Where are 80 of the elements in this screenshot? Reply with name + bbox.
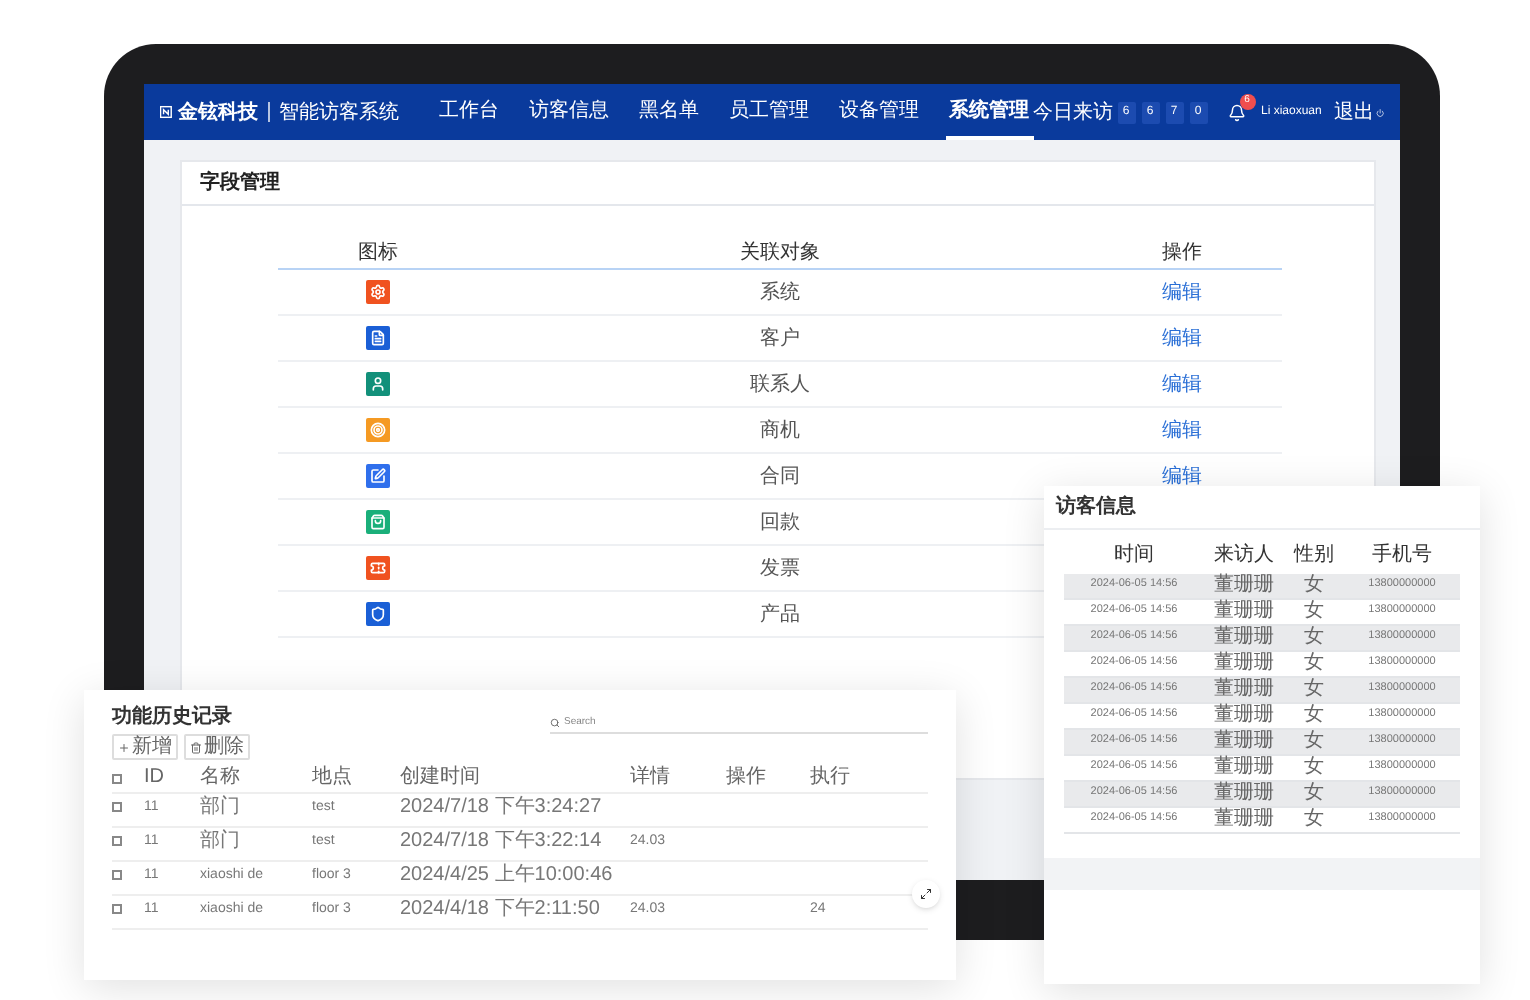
gender-cell-text: 女 <box>1302 706 1326 726</box>
visitor-cell-text: 董珊珊 <box>1212 576 1276 596</box>
checkbox[interactable] <box>112 836 122 846</box>
gender-cell-text: 女 <box>1302 680 1326 700</box>
gender-cell-text: 女 <box>1302 654 1326 674</box>
visitor-cell-text: 董珊珊 <box>1212 784 1276 804</box>
column-header: ID <box>144 768 166 788</box>
edit-link[interactable]: 编辑 <box>1162 277 1202 307</box>
table-cell-text: 合同 <box>758 463 802 491</box>
visitor-cell-text: 董珊珊 <box>1212 810 1276 830</box>
gender-cell-text: 女 <box>1302 758 1326 778</box>
checkbox[interactable] <box>112 904 122 914</box>
nav-tab[interactable]: 设备管理 <box>835 84 923 140</box>
visits-label: 今日来访 <box>1033 99 1113 127</box>
table-cell-text: 部门 <box>200 797 242 817</box>
plus-icon <box>118 741 130 753</box>
power-icon <box>1375 105 1384 119</box>
checkbox[interactable] <box>112 802 122 812</box>
logout-button[interactable]: 退出 <box>1333 97 1374 127</box>
column-header: 关联对象 <box>738 239 822 268</box>
bell-icon[interactable] <box>1227 103 1245 121</box>
search-icon <box>550 718 560 728</box>
visitor-cell-text: 董珊珊 <box>1212 602 1276 622</box>
column-header: 来访人 <box>1212 541 1276 569</box>
table-cell-text: 联系人 <box>748 371 812 399</box>
table-cell-text: 发票 <box>758 555 802 583</box>
column-header: 执行 <box>810 768 852 788</box>
gender-cell-text: 女 <box>1302 602 1326 622</box>
column-header: 地点 <box>312 768 354 788</box>
column-header: 详情 <box>630 768 672 788</box>
card-title: 功能历史记录 <box>112 703 234 732</box>
table-cell-text: 系统 <box>758 279 802 307</box>
visitor-cell-text: 董珊珊 <box>1212 654 1276 674</box>
table-cell-text: 回款 <box>758 509 802 537</box>
table-cell-text: 2024/4/18 下午2:11:50 <box>400 899 602 919</box>
visitor-cell-text: 董珊珊 <box>1212 680 1276 700</box>
table-cell-text: 产品 <box>758 601 802 629</box>
visitor-cell-text: 董珊珊 <box>1212 706 1276 726</box>
checkbox[interactable] <box>112 870 122 880</box>
column-header: 性别 <box>1291 541 1336 569</box>
visitor-cell-text: 董珊珊 <box>1212 732 1276 752</box>
gender-cell-text: 女 <box>1302 784 1326 804</box>
expand-button[interactable] <box>912 880 940 908</box>
table-cell-text: 2024/4/25 上午10:00:46 <box>400 865 615 885</box>
column-header: 创建时间 <box>400 768 482 788</box>
table-cell-text: 2024/7/18 下午3:24:27 <box>400 797 604 817</box>
nav-tab[interactable]: 黑名单 <box>635 84 703 140</box>
gender-cell-text: 女 <box>1302 810 1326 830</box>
column-header: 图标 <box>356 239 400 268</box>
gender-cell-text: 女 <box>1302 628 1326 648</box>
toolbar-button[interactable]: 新增 <box>112 734 178 760</box>
brand-name: 金铉科技 <box>177 99 258 127</box>
visitor-cell-text: 董珊珊 <box>1212 628 1276 648</box>
edit-link[interactable]: 编辑 <box>1162 323 1202 353</box>
logo-icon <box>160 102 172 122</box>
table-cell-text: 部门 <box>200 831 242 851</box>
nav-tab[interactable]: 工作台 <box>435 84 503 140</box>
nav-tab[interactable]: 访客信息 <box>525 84 613 140</box>
checkbox[interactable] <box>112 773 122 783</box>
nav-tab[interactable]: 员工管理 <box>725 84 813 140</box>
column-header: 操作 <box>1160 240 1204 268</box>
table-cell-text: 商机 <box>758 417 802 445</box>
edit-link[interactable]: 编辑 <box>1162 461 1202 491</box>
gender-cell-text: 女 <box>1302 576 1326 596</box>
edit-link[interactable]: 编辑 <box>1162 369 1202 399</box>
nav-tab[interactable]: 系统管理 <box>945 84 1033 140</box>
column-header: 时间 <box>1112 541 1156 569</box>
product-name: 智能访客系统 <box>279 99 399 127</box>
trash-icon <box>190 741 202 753</box>
column-header: 名称 <box>200 768 242 788</box>
panel-title: 字段管理 <box>200 168 280 198</box>
table-cell-text: 客户 <box>758 325 802 353</box>
column-header: 操作 <box>726 768 768 788</box>
gender-cell-text: 女 <box>1302 732 1326 752</box>
column-header: 手机号 <box>1370 541 1434 569</box>
table-cell-text: 2024/7/18 下午3:22:14 <box>400 831 604 851</box>
visitor-cell-text: 董珊珊 <box>1212 758 1276 778</box>
toolbar-button[interactable]: 删除 <box>184 734 250 760</box>
edit-link[interactable]: 编辑 <box>1162 415 1202 445</box>
card-title: 访客信息 <box>1056 492 1136 522</box>
